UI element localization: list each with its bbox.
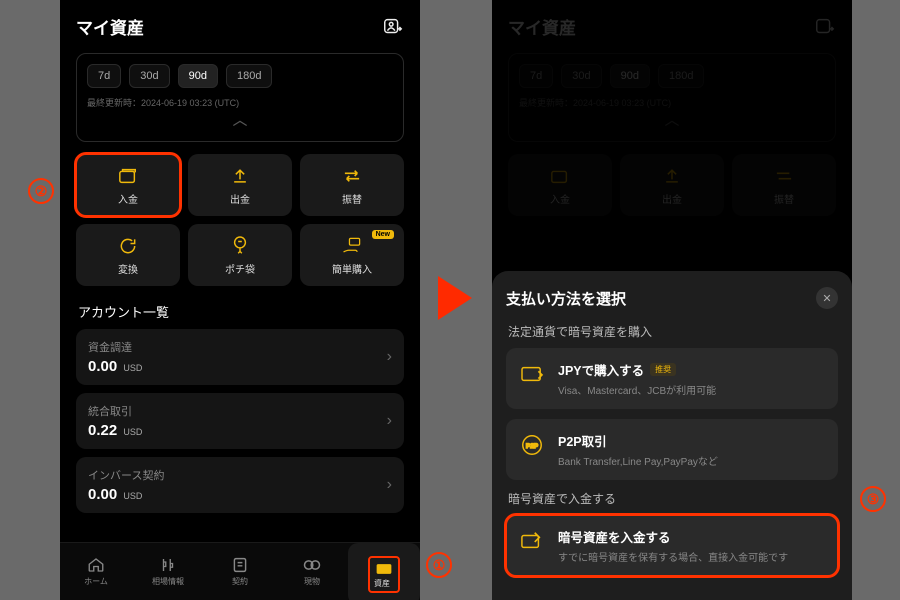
wallet-icon (117, 165, 139, 187)
nav-home[interactable]: ホーム (60, 543, 132, 600)
nav-market[interactable]: 相場情報 (132, 543, 204, 600)
account-value: 0.00 USD (88, 358, 142, 375)
refresh-icon (117, 235, 139, 257)
chevron-right-icon: › (387, 476, 392, 494)
swap-icon (341, 165, 363, 187)
action-label: 入金 (118, 191, 138, 206)
account-row-inverse[interactable]: インバース契約 0.00 USD › (76, 457, 404, 513)
option-p2p[interactable]: P2P P2P取引Bank Transfer,Line Pay,PayPayなど (506, 419, 838, 480)
header: マイ資産 (60, 0, 420, 49)
action-deposit[interactable]: 入金 (76, 154, 180, 216)
option-jpy[interactable]: JPYで購入する推奨Visa、Mastercard、JCBが利用可能 (506, 348, 838, 409)
phone-right: マイ資産 7d30d90d180d最終更新時：2024-06-19 03:23 … (492, 0, 852, 600)
account-name: 統合取引 (88, 403, 142, 419)
action-withdraw[interactable]: 出金 (188, 154, 292, 216)
candles-icon (158, 556, 178, 574)
nav-assets[interactable]: 資産 (348, 543, 420, 600)
arrow-right-icon (438, 276, 472, 320)
period-30d[interactable]: 30d (129, 64, 169, 88)
chevron-up-icon[interactable] (87, 115, 393, 133)
section-crypto: 暗号資産で入金する (508, 490, 836, 507)
action-label: 簡単購入 (332, 261, 372, 276)
callout-2: ② (28, 178, 54, 204)
home-icon (86, 556, 106, 574)
sheet-title: 支払い方法を選択 (506, 288, 626, 309)
account-row-unified[interactable]: 統合取引 0.22 USD › (76, 393, 404, 449)
callout-1: ① (426, 552, 452, 578)
upload-icon (229, 165, 251, 187)
accounts-title: アカウント一覧 (78, 302, 402, 321)
account-name: 資金調達 (88, 339, 142, 355)
account-row-funding[interactable]: 資金調達 0.00 USD › (76, 329, 404, 385)
action-transfer[interactable]: 振替 (300, 154, 404, 216)
action-easybuy[interactable]: New 簡単購入 (300, 224, 404, 286)
action-label: ポチ袋 (225, 261, 255, 276)
balloon-icon (229, 235, 251, 257)
account-name: インバース契約 (88, 467, 164, 483)
section-fiat: 法定通貨で暗号資産を購入 (508, 323, 836, 340)
hand-card-icon (341, 235, 363, 257)
coins-icon (302, 556, 322, 574)
p2p-icon: P2P (518, 433, 546, 457)
period-pills: 7d 30d 90d 180d (87, 64, 393, 88)
period-card: 7d 30d 90d 180d 最終更新時：2024-06-19 03:23 (… (76, 53, 404, 142)
page-title: マイ資産 (76, 14, 144, 39)
action-grid: 入金 出金 振替 変換 ポチ袋 New 簡単購入 (76, 154, 404, 286)
wallet-icon (374, 560, 394, 578)
close-icon[interactable]: ✕ (816, 287, 838, 309)
action-label: 出金 (230, 191, 250, 206)
bottom-nav: ホーム 相場情報 契約 現物 資産 (60, 542, 420, 600)
last-updated: 最終更新時：2024-06-19 03:23 (UTC) (87, 96, 393, 109)
phone-left: マイ資産 7d 30d 90d 180d 最終更新時：2024-06-19 03… (60, 0, 420, 600)
action-label: 変換 (118, 261, 138, 276)
wallet-in-icon (518, 529, 546, 553)
account-value: 0.00 USD (88, 486, 164, 503)
action-pochi[interactable]: ポチ袋 (188, 224, 292, 286)
recommended-badge: 推奨 (650, 363, 676, 376)
period-90d[interactable]: 90d (178, 64, 218, 88)
chevron-right-icon: › (387, 412, 392, 430)
period-7d[interactable]: 7d (87, 64, 121, 88)
card-icon (518, 362, 546, 386)
callout-3: ③ (860, 486, 886, 512)
doc-icon (230, 556, 250, 574)
nav-contract[interactable]: 契約 (204, 543, 276, 600)
payment-sheet: 支払い方法を選択 ✕ 法定通貨で暗号資産を購入 JPYで購入する推奨Visa、M… (492, 271, 852, 600)
account-value: 0.22 USD (88, 422, 142, 439)
action-label: 振替 (342, 191, 362, 206)
option-crypto-deposit[interactable]: 暗号資産を入金するすでに暗号資産を保有する場合、直接入金可能です (506, 515, 838, 576)
action-convert[interactable]: 変換 (76, 224, 180, 286)
period-180d[interactable]: 180d (226, 64, 272, 88)
account-switch-icon[interactable] (382, 16, 404, 38)
nav-spot[interactable]: 現物 (276, 543, 348, 600)
svg-text:P2P: P2P (526, 443, 539, 450)
new-badge: New (372, 230, 394, 239)
chevron-right-icon: › (387, 348, 392, 366)
